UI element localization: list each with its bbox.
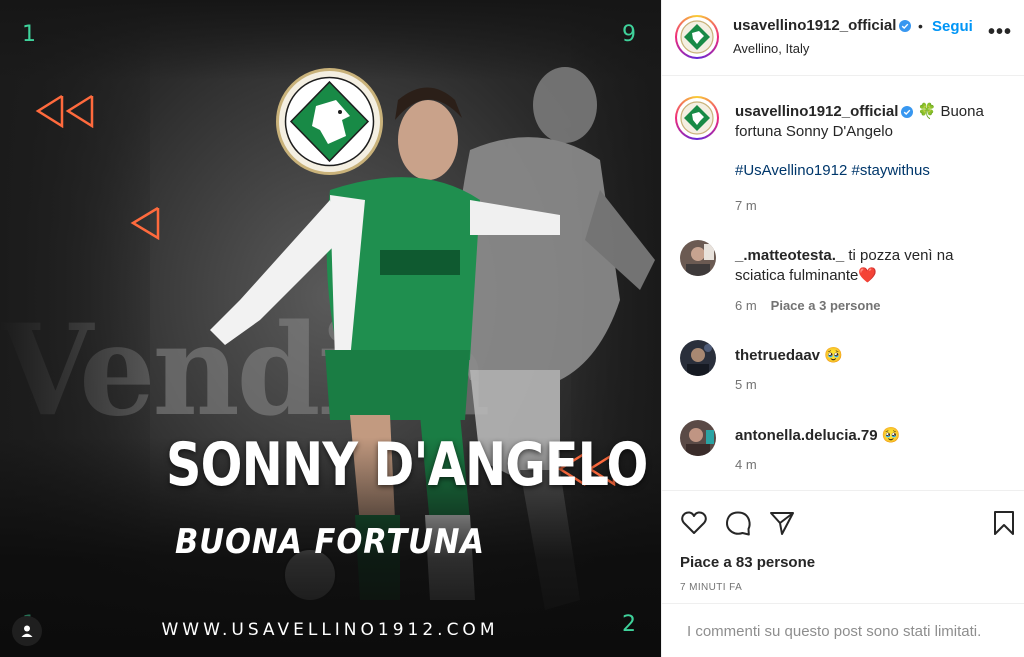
share-icon[interactable]	[768, 509, 796, 537]
hashtag-link[interactable]: #staywithus	[851, 162, 929, 179]
comment-body: 🥹	[824, 347, 843, 364]
comment-time: 4 m	[735, 457, 757, 472]
location-link[interactable]: Avellino, Italy	[733, 41, 809, 56]
avellino-crest-icon	[276, 68, 383, 175]
bookmark-icon[interactable]	[990, 509, 1018, 537]
corner-number-top-right: 9	[622, 22, 636, 47]
likes-count[interactable]: Piace a 83 persone	[680, 554, 815, 571]
post-image[interactable]: Vendita 1 9 1	[0, 0, 661, 657]
commenter-avatar[interactable]	[680, 240, 716, 276]
post-actions: Piace a 83 persone 7 MINUTI FA I comment…	[662, 490, 1024, 657]
commenter-avatar[interactable]	[680, 340, 716, 376]
header-username-text[interactable]: usavellino1912_official	[733, 17, 896, 34]
header-username[interactable]: usavellino1912_official	[733, 17, 912, 34]
comment-icon[interactable]	[724, 509, 752, 537]
comment-meta: 4 m	[735, 457, 757, 472]
tagged-users-button[interactable]	[12, 616, 42, 646]
hashtag-link[interactable]: #UsAvellino1912	[735, 162, 847, 179]
post-side-panel: usavellino1912_official • Segui Avellino…	[661, 0, 1024, 657]
commenter-avatar[interactable]	[680, 420, 716, 456]
comment-likes[interactable]: Piace a 3 persone	[771, 298, 881, 313]
caption-hashtags: #UsAvellino1912 #staywithus	[735, 162, 930, 179]
comment-text: antonella.delucia.79 🥹	[735, 426, 1005, 446]
single-arrow-left-icon	[130, 206, 160, 240]
comments-limited-text: I commenti su questo post sono stati lim…	[687, 623, 982, 640]
avatar[interactable]	[675, 15, 719, 59]
verified-badge-icon	[901, 106, 914, 118]
double-arrow-left-icon	[35, 94, 94, 128]
avellino-crest-icon	[680, 101, 714, 135]
verified-badge-icon	[899, 20, 912, 32]
caption-time: 7 m	[735, 198, 757, 213]
post-subline: BUONA FORTUNA	[175, 522, 485, 562]
post-headline: SONNY D'ANGELO	[166, 430, 648, 500]
post-header: usavellino1912_official • Segui Avellino…	[662, 0, 1024, 76]
comment-username[interactable]: thetruedaav	[735, 347, 820, 364]
comment-text: thetruedaav 🥹	[735, 346, 1005, 366]
avellino-crest-icon	[680, 20, 714, 54]
post-timestamp: 7 MINUTI FA	[680, 582, 743, 593]
comment-meta: 6 m Piace a 3 persone	[735, 298, 881, 313]
comments-limited-notice: I commenti su questo post sono stati lim…	[662, 603, 1024, 657]
comment-text: _.matteotesta._ ti pozza venì na sciatic…	[735, 246, 1005, 286]
comment-meta: 5 m	[735, 377, 757, 392]
follow-button[interactable]: Segui	[932, 18, 973, 35]
caption-username[interactable]: usavellino1912_official	[735, 103, 898, 120]
comment-username[interactable]: antonella.delucia.79	[735, 427, 878, 444]
comment-body: 🥹	[881, 427, 901, 444]
comment-username[interactable]: _.matteotesta._	[735, 247, 844, 264]
corner-number-top-left: 1	[22, 22, 36, 47]
separator-dot: •	[918, 18, 923, 34]
caption-text: usavellino1912_official 🍀 Buona fortuna …	[735, 102, 1015, 142]
comment-time: 5 m	[735, 377, 757, 392]
more-dots-icon[interactable]: •••	[988, 22, 1012, 42]
corner-number-bottom-right: 2	[622, 612, 636, 637]
heart-icon[interactable]	[680, 509, 708, 537]
website-url: WWW.USAVELLINO1912.COM	[161, 620, 499, 640]
caption-avatar[interactable]	[675, 96, 719, 140]
comment-time: 6 m	[735, 298, 757, 313]
user-icon	[21, 625, 33, 637]
